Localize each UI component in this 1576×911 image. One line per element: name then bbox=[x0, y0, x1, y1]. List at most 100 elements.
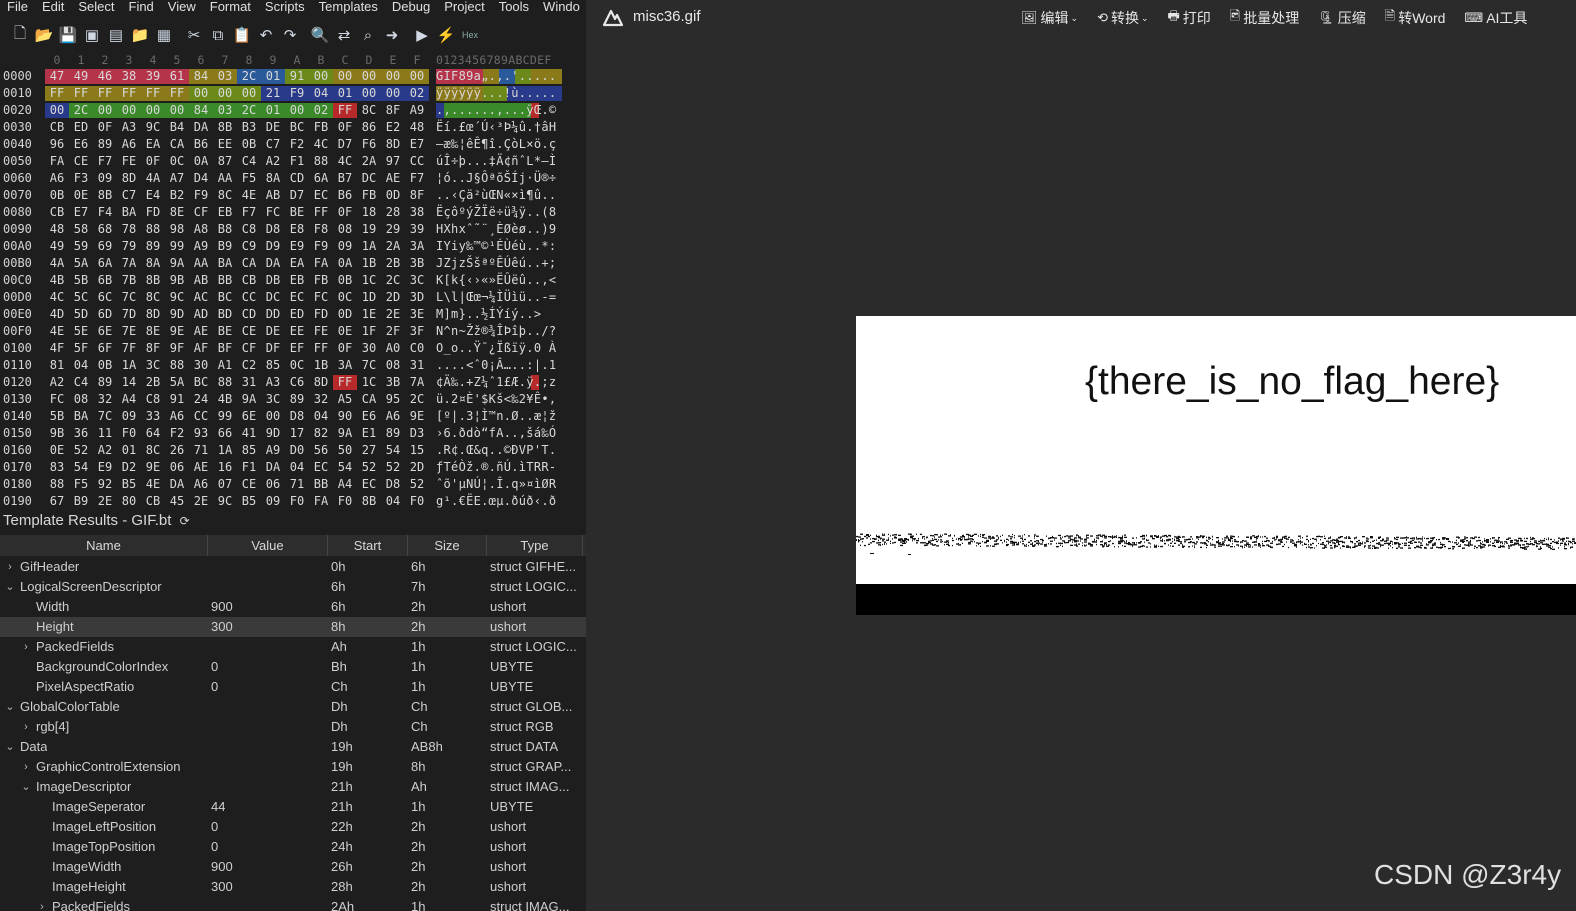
hex-view[interactable]: 0 1 2 3 4 5 6 7 8 9 A B C D E F 0123456789ABCDEF 0000 47 4… bbox=[0, 52, 586, 508]
hex-byte[interactable]: 45 bbox=[165, 493, 189, 510]
hex-byte[interactable]: 0F bbox=[333, 204, 357, 221]
hex-byte[interactable]: 04 bbox=[69, 357, 93, 374]
hex-byte[interactable]: 38 bbox=[405, 204, 429, 221]
menu-item-windo[interactable]: Windo bbox=[536, 0, 586, 16]
hex-byte[interactable]: CD bbox=[237, 306, 261, 323]
hex-mode-icon[interactable]: Hex bbox=[460, 25, 480, 45]
hex-byte[interactable]: C9 bbox=[237, 238, 261, 255]
hex-byte[interactable]: 8A bbox=[141, 255, 165, 272]
hex-byte[interactable]: 08 bbox=[69, 391, 93, 408]
hex-byte[interactable]: 0E bbox=[69, 187, 93, 204]
hex-byte[interactable]: 19 bbox=[357, 221, 381, 238]
hex-byte[interactable]: 00 bbox=[333, 68, 357, 85]
hex-byte[interactable]: 2B bbox=[381, 255, 405, 272]
hex-byte[interactable]: 7F bbox=[117, 340, 141, 357]
viewer-button-5[interactable]: 🗎 转Word bbox=[1385, 7, 1446, 29]
viewer-button-3[interactable]: 🖻 批量处理 bbox=[1230, 7, 1299, 29]
hex-byte[interactable]: FF bbox=[45, 85, 69, 102]
hex-byte[interactable]: 6C bbox=[93, 289, 117, 306]
paste-icon[interactable]: 📋 bbox=[232, 25, 252, 45]
hex-byte[interactable]: 0C bbox=[285, 357, 309, 374]
hex-byte[interactable]: 89 bbox=[285, 391, 309, 408]
hex-byte[interactable]: 2E bbox=[381, 306, 405, 323]
hex-byte[interactable]: 89 bbox=[93, 136, 117, 153]
hex-byte[interactable]: DA bbox=[165, 476, 189, 493]
hex-byte[interactable]: 49 bbox=[69, 68, 93, 85]
menu-item-project[interactable]: Project bbox=[437, 0, 491, 16]
hex-byte[interactable]: 0F bbox=[333, 340, 357, 357]
hex-byte[interactable]: 3C bbox=[141, 357, 165, 374]
hex-byte[interactable]: C7 bbox=[117, 187, 141, 204]
hex-byte[interactable]: 6D bbox=[93, 306, 117, 323]
hex-byte[interactable]: B4 bbox=[165, 119, 189, 136]
hex-byte[interactable]: 8C bbox=[141, 442, 165, 459]
hex-byte[interactable]: ED bbox=[69, 119, 93, 136]
hex-byte[interactable]: 2C bbox=[237, 102, 261, 119]
hex-byte[interactable]: 3C bbox=[405, 272, 429, 289]
hex-byte[interactable]: 00 bbox=[213, 85, 237, 102]
hex-byte[interactable]: 9A bbox=[333, 425, 357, 442]
hex-byte[interactable]: 31 bbox=[237, 374, 261, 391]
hex-byte[interactable]: FA bbox=[309, 493, 333, 510]
hex-byte[interactable]: 7C bbox=[117, 289, 141, 306]
hex-byte[interactable]: 6E bbox=[93, 323, 117, 340]
hex-byte[interactable]: 0F bbox=[141, 153, 165, 170]
hex-byte[interactable]: B9 bbox=[69, 493, 93, 510]
hex-byte[interactable]: 00 bbox=[117, 102, 141, 119]
hex-byte[interactable]: 81 bbox=[45, 357, 69, 374]
workspace-icon[interactable]: ▦ bbox=[154, 25, 174, 45]
hex-byte[interactable]: F5 bbox=[237, 170, 261, 187]
ascii-text[interactable]: ÿÿÿÿÿÿ...!ù..... bbox=[436, 85, 556, 102]
hex-byte[interactable]: 5B bbox=[45, 408, 69, 425]
goto-icon[interactable]: ➜ bbox=[382, 25, 402, 45]
hex-byte[interactable]: 4E bbox=[141, 476, 165, 493]
ascii-text[interactable]: úÎ÷þ...‡Ä¢ñˆL*—Ì bbox=[436, 153, 556, 170]
hex-byte[interactable]: CB bbox=[45, 204, 69, 221]
hex-byte[interactable]: F1 bbox=[285, 153, 309, 170]
hex-byte[interactable]: A2 bbox=[261, 153, 285, 170]
ascii-text[interactable]: g¹.€ËE.œµ.ðúð‹.ð bbox=[436, 493, 556, 510]
hex-byte[interactable]: 71 bbox=[285, 476, 309, 493]
ascii-text[interactable]: IYiy‰™©¹ÉÙéù..*: bbox=[436, 238, 556, 255]
hex-byte[interactable]: B7 bbox=[333, 170, 357, 187]
hex-byte[interactable]: A8 bbox=[189, 221, 213, 238]
hex-byte[interactable]: 8F bbox=[141, 340, 165, 357]
ascii-text[interactable]: Ëí.£œ´Ú‹³Þ¼û.†âH bbox=[436, 119, 556, 136]
hex-byte[interactable]: F2 bbox=[285, 136, 309, 153]
hex-byte[interactable]: 46 bbox=[93, 68, 117, 85]
hex-byte[interactable]: 21 bbox=[261, 85, 285, 102]
template-row[interactable]: PixelAspectRatio 0 Ch 1h UBYTE bbox=[0, 677, 586, 697]
hex-byte[interactable]: 9E bbox=[141, 459, 165, 476]
hex-byte[interactable]: 9E bbox=[165, 323, 189, 340]
collapse-arrow-icon[interactable]: ⌄ bbox=[4, 737, 16, 757]
hex-byte[interactable]: 8A bbox=[261, 170, 285, 187]
hex-byte[interactable]: 3C bbox=[261, 391, 285, 408]
hex-byte[interactable]: E1 bbox=[357, 425, 381, 442]
hex-byte[interactable]: 61 bbox=[165, 68, 189, 85]
hex-byte[interactable]: 97 bbox=[381, 153, 405, 170]
hex-byte[interactable]: 5D bbox=[69, 306, 93, 323]
hex-byte[interactable]: CA bbox=[237, 255, 261, 272]
ascii-text[interactable]: JZjzŠšªºÊÚêú..+; bbox=[436, 255, 556, 272]
hex-byte[interactable]: 29 bbox=[381, 221, 405, 238]
hex-byte[interactable]: 5C bbox=[69, 289, 93, 306]
hex-byte[interactable]: 78 bbox=[117, 221, 141, 238]
hex-byte[interactable]: 0B bbox=[93, 357, 117, 374]
hex-byte[interactable]: 1C bbox=[357, 272, 381, 289]
hex-byte[interactable]: D0 bbox=[285, 442, 309, 459]
hex-byte[interactable]: FB bbox=[309, 272, 333, 289]
hex-byte[interactable]: 82 bbox=[309, 425, 333, 442]
hex-byte[interactable]: 9C bbox=[141, 119, 165, 136]
hex-byte[interactable]: 30 bbox=[189, 357, 213, 374]
hex-byte[interactable]: 8C bbox=[141, 289, 165, 306]
hex-byte[interactable]: 83 bbox=[45, 459, 69, 476]
menu-item-debug[interactable]: Debug bbox=[385, 0, 437, 16]
hex-byte[interactable]: CB bbox=[141, 493, 165, 510]
hex-byte[interactable]: 8D bbox=[309, 374, 333, 391]
collapse-arrow-icon[interactable]: ⌄ bbox=[4, 577, 16, 597]
hex-byte[interactable]: 9E bbox=[405, 408, 429, 425]
hex-byte[interactable]: 31 bbox=[405, 357, 429, 374]
hex-byte[interactable]: FE bbox=[309, 323, 333, 340]
hex-byte[interactable]: C4 bbox=[237, 153, 261, 170]
hex-byte[interactable]: 47 bbox=[45, 68, 69, 85]
